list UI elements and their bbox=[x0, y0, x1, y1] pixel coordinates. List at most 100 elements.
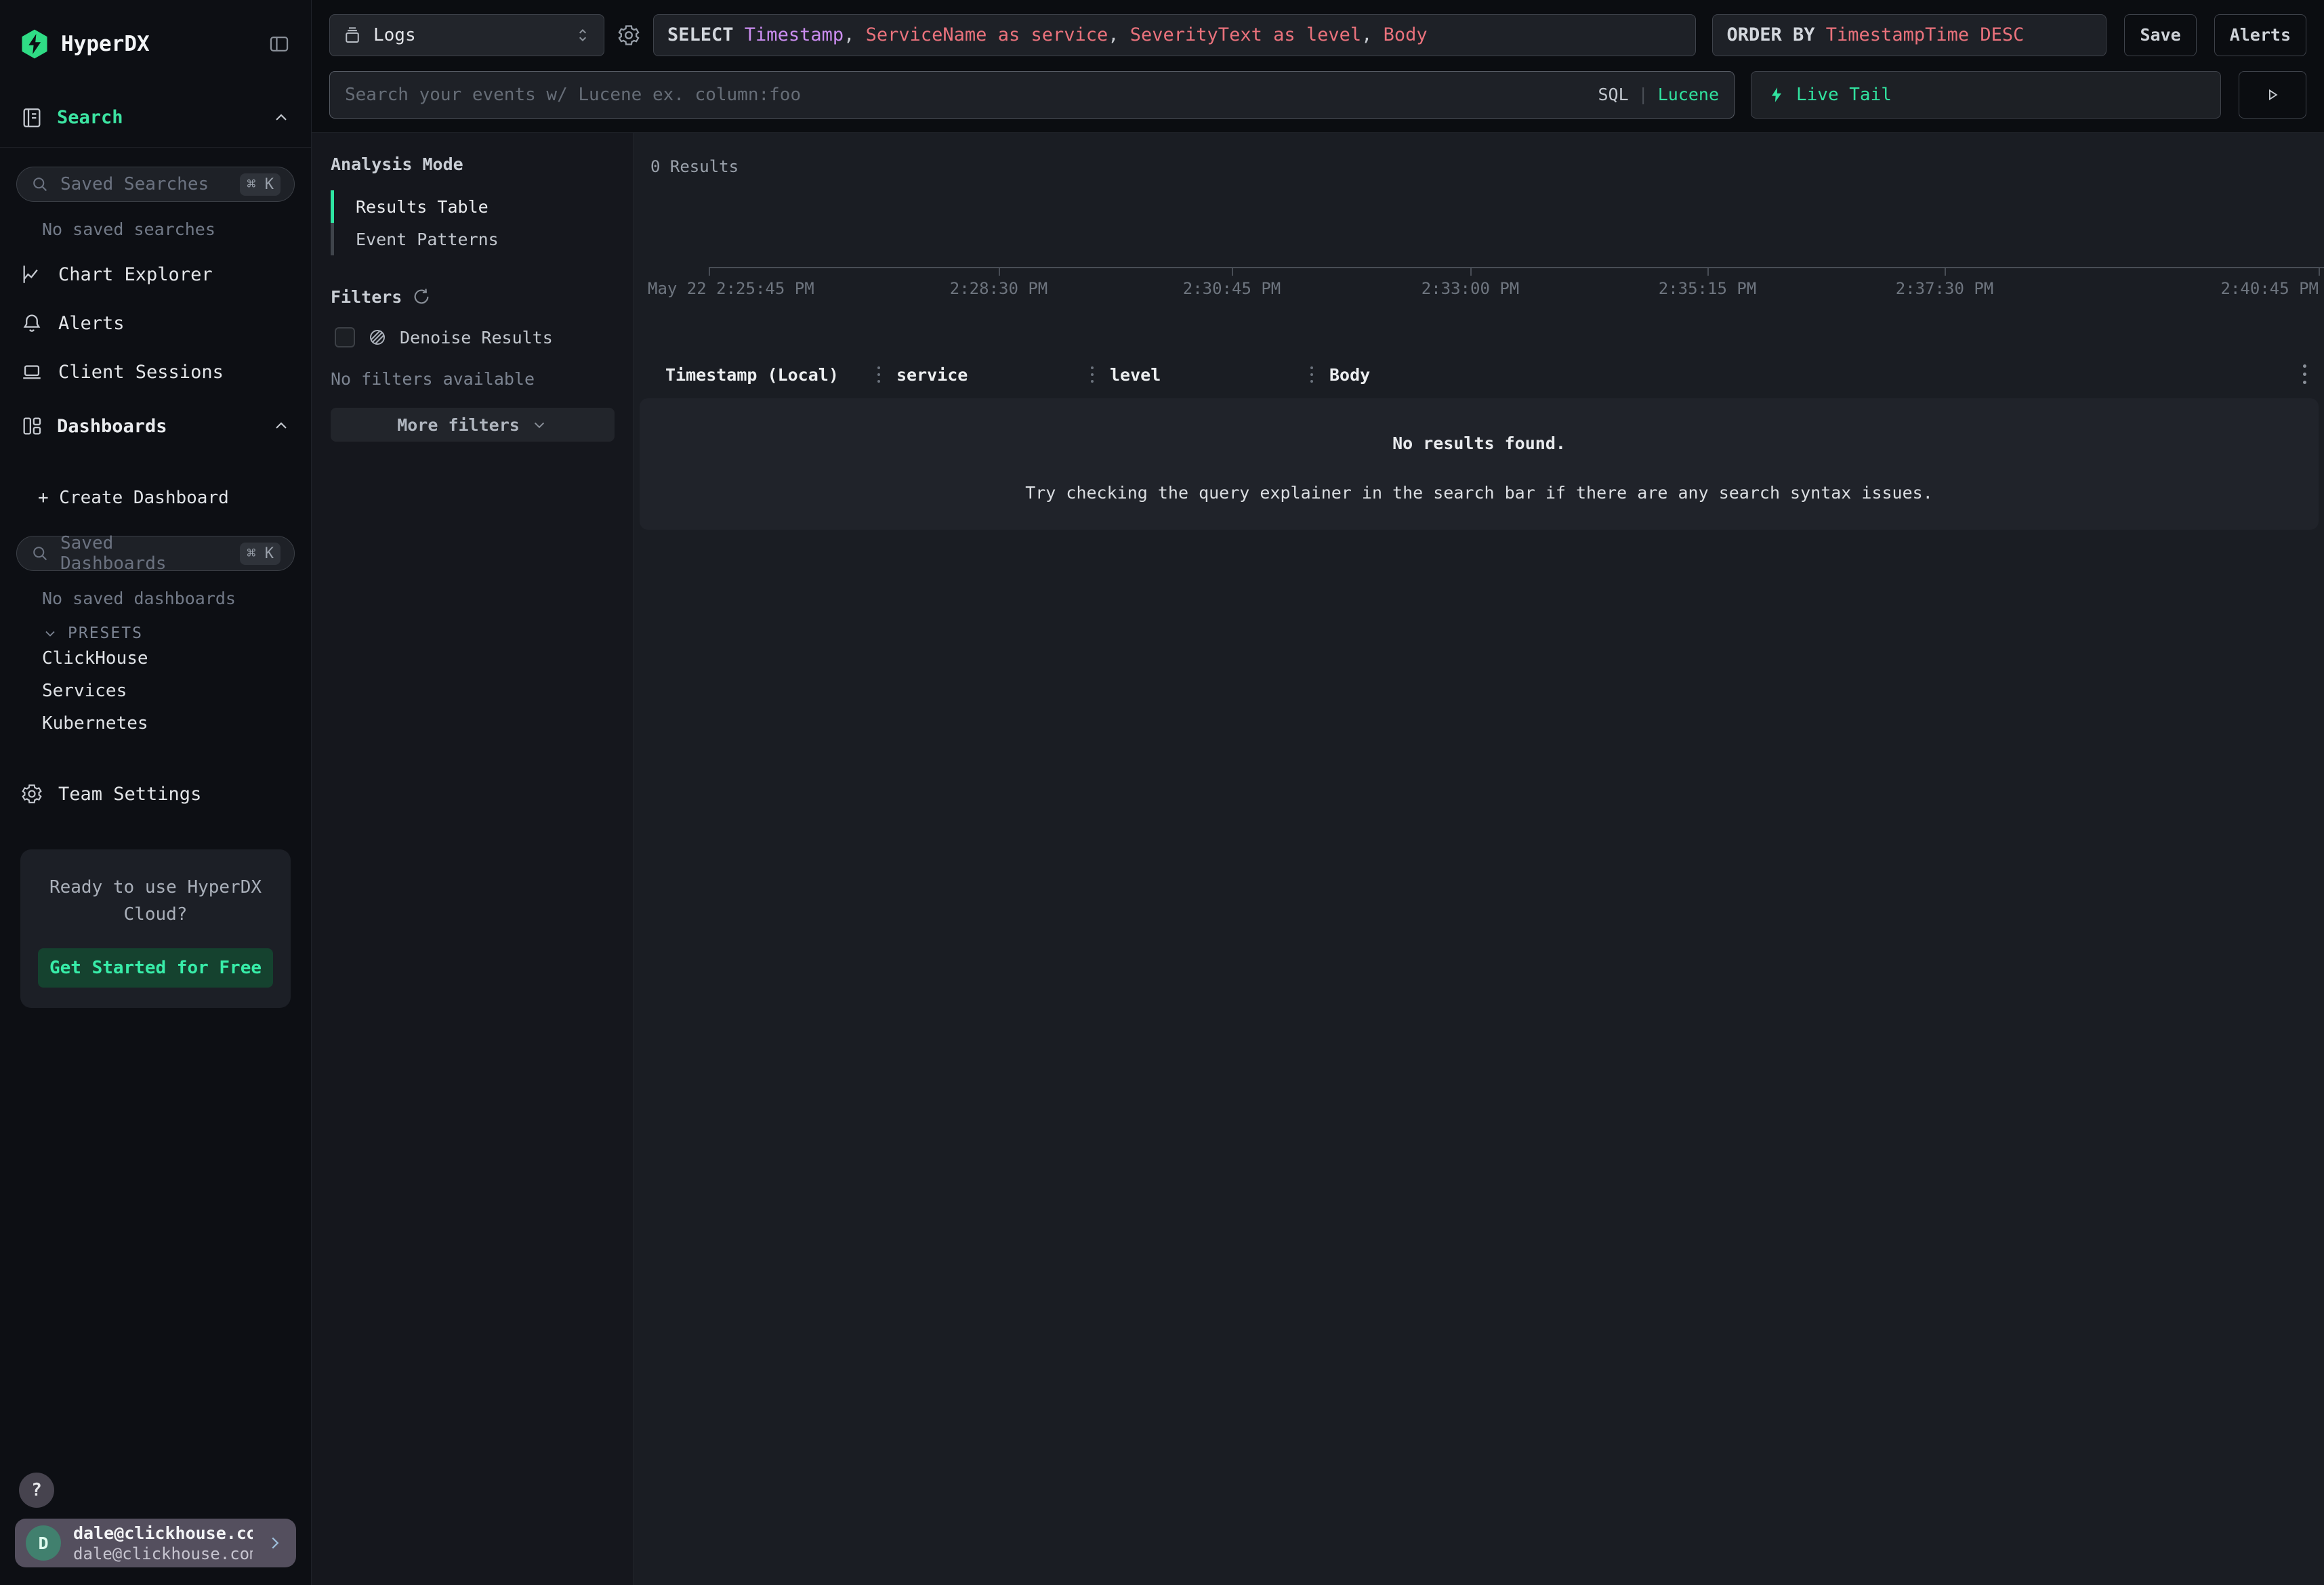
axis-label: 2:30:45 PM bbox=[1183, 279, 1281, 298]
table-options-kebab-icon[interactable] bbox=[2303, 364, 2306, 384]
selector-icon bbox=[574, 26, 592, 44]
axis-tick bbox=[1707, 267, 1709, 276]
cloud-promo-line2: Cloud? bbox=[38, 901, 273, 928]
axis-label: May 22 2:25:45 PM bbox=[648, 279, 814, 298]
query-token: SeverityText as level bbox=[1130, 24, 1361, 45]
sidebar-collapse-icon[interactable] bbox=[268, 33, 291, 56]
select-keyword: SELECT bbox=[667, 24, 745, 45]
order-by-value: TimestampTime DESC bbox=[1826, 24, 2025, 45]
filters-panel: Analysis Mode Results Table Event Patter… bbox=[312, 133, 634, 1585]
axis-label: 2:40:45 PM bbox=[2221, 279, 2319, 298]
axis-tick bbox=[1232, 267, 1233, 276]
column-resize-handle-icon[interactable] bbox=[1091, 366, 1094, 383]
empty-state-hint: Try checking the query explainer in the … bbox=[1025, 483, 1933, 503]
order-by-input[interactable]: ORDER BY TimestampTime DESC bbox=[1712, 14, 2107, 56]
column-label: service bbox=[896, 365, 968, 385]
no-saved-dashboards-text: No saved dashboards bbox=[42, 589, 311, 608]
alerts-button[interactable]: Alerts bbox=[2214, 14, 2306, 56]
query-token: ServiceName as service bbox=[866, 24, 1108, 45]
search-input[interactable] bbox=[345, 85, 1587, 105]
laptop-icon bbox=[20, 360, 43, 383]
help-button[interactable]: ? bbox=[19, 1473, 54, 1508]
sidebar-item-search[interactable]: Search bbox=[0, 88, 311, 148]
source-settings-gear-icon[interactable] bbox=[617, 23, 641, 47]
chevron-up-icon bbox=[272, 417, 291, 436]
column-label: level bbox=[1110, 365, 1161, 385]
sidebar-item-dashboards[interactable]: Dashboards bbox=[0, 396, 311, 456]
preset-clickhouse[interactable]: ClickHouse bbox=[42, 642, 311, 675]
source-select[interactable]: Logs bbox=[329, 14, 604, 56]
gear-icon bbox=[20, 782, 43, 805]
column-header-body[interactable]: Body bbox=[1310, 365, 2283, 385]
column-resize-handle-icon[interactable] bbox=[877, 366, 880, 383]
user-email: dale@clickhouse.com bbox=[73, 1523, 253, 1544]
denoise-checkbox[interactable] bbox=[335, 327, 355, 347]
column-header-level[interactable]: level bbox=[1091, 365, 1310, 385]
more-filters-button[interactable]: More filters bbox=[331, 408, 615, 442]
saved-searches-input[interactable]: Saved Searches ⌘ K bbox=[16, 167, 295, 202]
get-started-button[interactable]: Get Started for Free bbox=[38, 948, 273, 988]
hyperdx-logo-icon bbox=[20, 28, 49, 60]
search-icon bbox=[30, 544, 49, 563]
axis-label: 2:33:00 PM bbox=[1422, 279, 1520, 298]
user-menu[interactable]: D dale@clickhouse.com dale@clickhouse.co… bbox=[15, 1519, 296, 1567]
save-button[interactable]: Save bbox=[2124, 14, 2196, 56]
axis-tick bbox=[709, 267, 710, 276]
topbar-row-query: Logs SELECT Timestamp, ServiceName as se… bbox=[329, 14, 2306, 56]
avatar: D bbox=[26, 1525, 61, 1561]
live-tail-label: Live Tail bbox=[1796, 85, 1892, 105]
content: Analysis Mode Results Table Event Patter… bbox=[312, 133, 2324, 1585]
presets-label: PRESETS bbox=[68, 625, 143, 642]
refresh-icon[interactable] bbox=[411, 287, 432, 307]
create-dashboard-button[interactable]: + Create Dashboard bbox=[0, 479, 311, 517]
divider: | bbox=[1638, 85, 1648, 104]
lightning-icon bbox=[1768, 86, 1785, 104]
sidebar-search-label: Search bbox=[57, 107, 123, 128]
more-filters-label: More filters bbox=[397, 415, 520, 435]
sql-toggle[interactable]: SQL bbox=[1598, 85, 1628, 104]
live-tail-button[interactable]: Live Tail bbox=[1751, 71, 2221, 119]
bell-icon bbox=[20, 312, 43, 335]
column-header-service[interactable]: service bbox=[877, 365, 1091, 385]
no-filters-text: No filters available bbox=[331, 369, 615, 389]
dashboards-icon bbox=[20, 415, 43, 438]
axis-tick bbox=[1470, 267, 1472, 276]
sidebar-item-client-sessions[interactable]: Client Sessions bbox=[0, 347, 311, 396]
logo-row: HyperDX bbox=[0, 0, 311, 88]
topbar: Logs SELECT Timestamp, ServiceName as se… bbox=[312, 0, 2324, 133]
lucene-toggle[interactable]: Lucene bbox=[1658, 85, 1719, 104]
saved-dashboards-input[interactable]: Saved Dashboards ⌘ K bbox=[16, 536, 295, 571]
team-settings-label: Team Settings bbox=[58, 784, 201, 805]
cloud-promo-line1: Ready to use HyperDX bbox=[38, 874, 273, 901]
column-header-timestamp[interactable]: Timestamp (Local) bbox=[634, 365, 877, 385]
sidebar-item-alerts[interactable]: Alerts bbox=[0, 299, 311, 347]
search-language-toggle: SQL | Lucene bbox=[1598, 85, 1719, 104]
user-subtitle: dale@clickhouse.com's bbox=[73, 1544, 253, 1563]
axis-label: 2:28:30 PM bbox=[950, 279, 1048, 298]
run-query-button[interactable] bbox=[2239, 71, 2306, 119]
axis-line bbox=[709, 267, 2324, 268]
sidebar-item-team-settings[interactable]: Team Settings bbox=[0, 769, 311, 818]
filters-label: Filters bbox=[331, 287, 402, 307]
preset-services[interactable]: Services bbox=[42, 675, 311, 707]
denoise-label: Denoise Results bbox=[400, 328, 553, 347]
column-resize-handle-icon[interactable] bbox=[1310, 366, 1313, 383]
cloud-promo-card: Ready to use HyperDX Cloud? Get Started … bbox=[20, 849, 291, 1008]
query-token: , bbox=[844, 24, 866, 45]
select-columns-input[interactable]: SELECT Timestamp, ServiceName as service… bbox=[653, 14, 1696, 56]
sidebar-item-chart-explorer[interactable]: Chart Explorer bbox=[0, 250, 311, 299]
sidebar: HyperDX Search Saved Se bbox=[0, 0, 312, 1585]
shortcut-badge: ⌘ K bbox=[240, 173, 281, 196]
chevron-down-icon bbox=[42, 625, 58, 641]
mode-results-table[interactable]: Results Table bbox=[331, 190, 615, 223]
presets-toggle[interactable]: PRESETS bbox=[42, 625, 311, 642]
journal-icon bbox=[20, 106, 43, 129]
analysis-mode-list: Results Table Event Patterns bbox=[331, 190, 615, 255]
user-meta: dale@clickhouse.com dale@clickhouse.com'… bbox=[73, 1523, 253, 1563]
logs-source-icon bbox=[342, 25, 362, 45]
mode-event-patterns[interactable]: Event Patterns bbox=[331, 223, 615, 255]
preset-kubernetes[interactable]: Kubernetes bbox=[42, 707, 311, 740]
query-token: Timestamp bbox=[745, 24, 844, 45]
empty-state-panel: No results found. Try checking the query… bbox=[640, 398, 2319, 530]
dashboards-label: Dashboards bbox=[57, 416, 167, 437]
